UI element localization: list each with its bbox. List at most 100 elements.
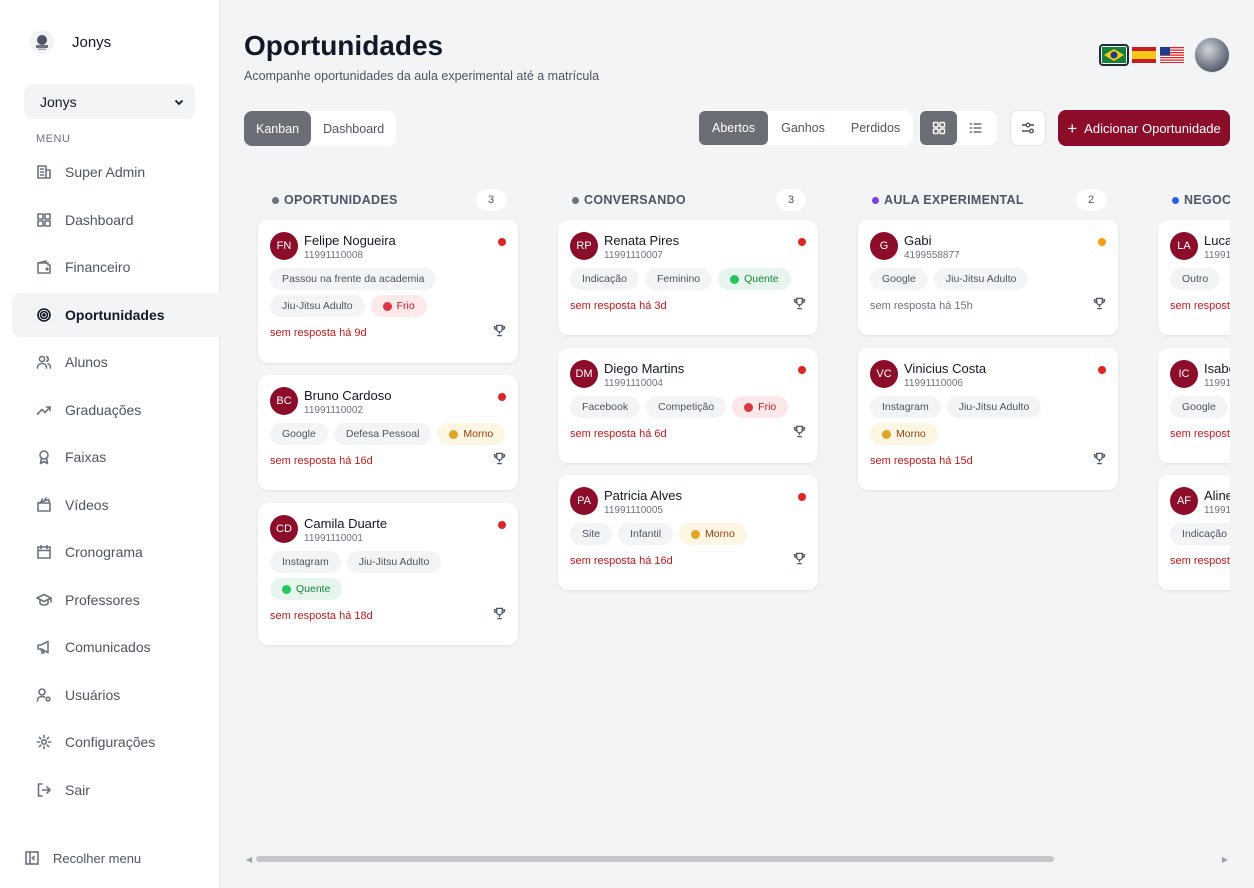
column-negociacao: NEGOCI LA Lucas 11991 Outro sem respost I… — [1158, 178, 1230, 590]
panel-left-icon — [25, 851, 39, 865]
flag-spain-icon[interactable] — [1131, 45, 1157, 65]
sliders-icon — [1022, 122, 1034, 134]
sidebar-item-graduacoes[interactable]: Graduações — [12, 388, 220, 432]
column-title: NEGOCI — [1184, 193, 1230, 207]
scroll-left-icon[interactable]: ◀ — [246, 855, 252, 864]
opportunity-card[interactable]: LA Lucas 11991 Outro sem respost — [1158, 220, 1230, 335]
sidebar-item-label: Graduações — [65, 401, 142, 418]
source-tag: Google — [1170, 396, 1228, 418]
grid-view-button[interactable] — [920, 111, 957, 145]
hot-icon — [282, 584, 291, 594]
sidebar-nav: Super Admin Dashboard Financeiro Oportun… — [12, 150, 220, 815]
last-response: sem resposta há 9d — [270, 327, 367, 339]
mark-won-button[interactable] — [1093, 452, 1106, 470]
column-count: 3 — [776, 189, 806, 211]
opportunity-card[interactable]: DM Diego Martins 11991110004 Facebook Com… — [558, 348, 818, 463]
mark-won-button[interactable] — [493, 324, 506, 342]
temperature-badge: Frio — [732, 396, 789, 418]
scroll-right-icon[interactable]: ▶ — [1222, 855, 1228, 864]
status-filter-toggle: Abertos Ganhos Perdidos — [699, 111, 914, 145]
sidebar-item-professores[interactable]: Professores — [12, 578, 220, 622]
opportunity-card[interactable]: RP Renata Pires 11991110007 Indicação Fem… — [558, 220, 818, 335]
flag-usa-icon[interactable] — [1159, 45, 1185, 65]
opportunity-card[interactable]: IC Isabe 11991 Google sem respost — [1158, 348, 1230, 463]
filter-button[interactable] — [1010, 110, 1046, 146]
sidebar-item-financeiro[interactable]: Financeiro — [12, 245, 220, 289]
mark-won-button[interactable] — [493, 607, 506, 625]
opportunity-card[interactable]: PA Patricia Alves 11991110005 Site Infant… — [558, 475, 818, 590]
sidebar-item-videos[interactable]: Vídeos — [12, 483, 220, 527]
contact-name: Aline — [1204, 488, 1230, 503]
last-response: sem respost — [1170, 428, 1230, 440]
tab-abertos[interactable]: Abertos — [699, 111, 769, 145]
sidebar: Jonys Jonys MENU Super Admin Dashboard F… — [0, 0, 220, 888]
tab-dashboard[interactable]: Dashboard — [311, 111, 396, 146]
sidebar-item-usuarios[interactable]: Usuários — [12, 673, 220, 717]
tab-perdidos[interactable]: Perdidos — [838, 111, 913, 145]
contact-name: Patricia Alves — [604, 488, 683, 503]
sidebar-item-faixas[interactable]: Faixas — [12, 435, 220, 479]
user-avatar[interactable] — [1194, 37, 1230, 73]
sidebar-item-comunicados[interactable]: Comunicados — [12, 625, 220, 669]
organization-select[interactable]: Jonys — [24, 84, 195, 119]
sidebar-item-label: Cronograma — [65, 544, 143, 560]
tab-kanban[interactable]: Kanban — [244, 111, 312, 146]
menu-title: MENU — [36, 133, 71, 145]
trophy-icon — [493, 324, 506, 337]
megaphone-icon — [37, 640, 49, 654]
contact-name: Felipe Nogueira — [304, 233, 396, 248]
sidebar-item-alunos[interactable]: Alunos — [12, 340, 220, 384]
sidebar-item-dashboard[interactable]: Dashboard — [12, 198, 220, 242]
add-opportunity-button[interactable]: + Adicionar Oportunidade — [1058, 110, 1230, 146]
sidebar-item-oportunidades[interactable]: Oportunidades — [12, 292, 220, 337]
mark-won-button[interactable] — [793, 297, 806, 315]
modality-tag: Infantil — [618, 523, 674, 545]
opportunity-card[interactable]: CD Camila Duarte 11991110001 Instagram Ji… — [258, 503, 518, 645]
sidebar-item-label: Faixas — [65, 449, 107, 465]
temperature-label: Quente — [296, 583, 331, 595]
sidebar-item-label: Financeiro — [65, 259, 131, 275]
trophy-icon — [493, 452, 506, 465]
flag-brazil-icon[interactable] — [1099, 44, 1129, 66]
priority-dot — [498, 521, 506, 529]
horizontal-scrollbar[interactable]: ◀ ▶ — [244, 853, 1230, 865]
organization-select-value: Jonys — [40, 93, 77, 110]
opportunity-card[interactable]: G Gabi 4199558877 Google Jiu-Jitsu Adulto… — [858, 220, 1118, 335]
last-response: sem respost — [1170, 555, 1230, 567]
sidebar-item-super-admin[interactable]: Super Admin — [12, 150, 220, 194]
contact-name: Diego Martins — [604, 361, 685, 376]
source-tag: Facebook — [570, 396, 641, 418]
contact-phone: 11991110005 — [604, 505, 663, 516]
brand[interactable]: Jonys — [30, 30, 111, 54]
opportunity-card[interactable]: FN Felipe Nogueira 11991110008 Passou na … — [258, 220, 518, 363]
mark-won-button[interactable] — [793, 552, 806, 570]
contact-phone: 11991110004 — [604, 378, 663, 389]
sidebar-item-cronograma[interactable]: Cronograma — [12, 530, 220, 574]
hot-icon — [730, 274, 740, 284]
sidebar-item-configuracoes[interactable]: Configurações — [12, 720, 220, 764]
contact-phone: 11991110002 — [304, 405, 363, 416]
collapse-menu-button[interactable]: Recolher menu — [24, 850, 141, 866]
source-tag: Outro — [1170, 268, 1221, 290]
mark-won-button[interactable] — [793, 425, 806, 443]
scrollbar-thumb[interactable] — [256, 856, 1054, 862]
mark-won-button[interactable] — [1093, 297, 1106, 315]
trophy-icon — [1093, 452, 1106, 465]
sidebar-item-label: Professores — [65, 591, 140, 608]
tab-ganhos[interactable]: Ganhos — [768, 111, 838, 145]
opportunity-card[interactable]: AF Aline 11991 Indicação sem respost — [1158, 475, 1230, 590]
opportunity-card[interactable]: VC Vinicius Costa 11991110006 Instagram J… — [858, 348, 1118, 490]
modality-tag: Jiu-Jitsu Adulto — [933, 268, 1029, 290]
avatar: RP — [570, 232, 598, 260]
priority-dot — [498, 393, 506, 401]
column-header: AULA EXPERIMENTAL 2 — [858, 178, 1118, 222]
list-view-button[interactable] — [957, 111, 994, 145]
dashboard-icon — [37, 212, 51, 227]
award-icon — [39, 450, 49, 465]
opportunity-card[interactable]: BC Bruno Cardoso 11991110002 Google Defes… — [258, 375, 518, 490]
contact-name: Renata Pires — [604, 233, 680, 248]
mark-won-button[interactable] — [493, 452, 506, 470]
sidebar-item-label: Oportunidades — [65, 306, 165, 323]
sidebar-item-sair[interactable]: Sair — [12, 768, 220, 812]
last-response: sem resposta há 15h — [870, 300, 973, 312]
